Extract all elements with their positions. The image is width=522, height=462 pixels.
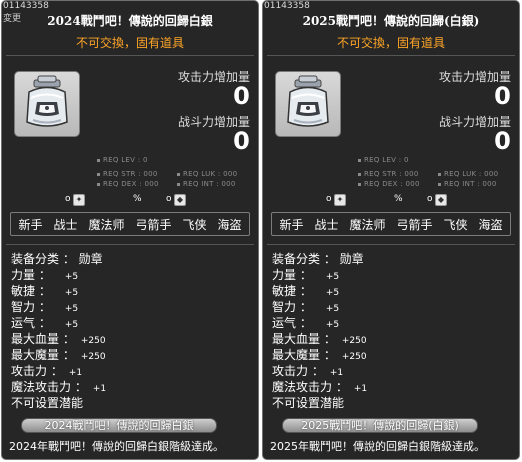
job-magician: 魔法师 [88,217,125,232]
bullet-icon [97,158,100,162]
item-properties: 装备分类 ： 勋章 力量 ： +5 敏捷 ： +5 智力 ： +5 运气 ： +5 最大… [11,251,106,411]
wing-icon: ✦ [73,194,85,206]
bullet-icon [97,172,100,176]
job-thief: 飞侠 [443,217,468,232]
power-increase-value: 0 [233,127,250,155]
divider [267,244,515,245]
req-luk: REQ LUK : 000 [177,170,237,178]
prop-max-mp: 最大魔量 ： +250 [272,348,367,362]
req-int: REQ INT : 000 [177,180,236,188]
prop-max-hp: 最大血量 ： +250 [272,332,367,346]
attack-increase-value: 0 [233,82,250,110]
prop-magic-attack: 魔法攻击力 ： +1 [11,380,107,394]
prop-dex: 敏捷 ： +5 [11,284,79,298]
trade-restriction: 不可交換，固有道具 [336,36,445,50]
item-tooltip-2025: 01143358 2025戰鬥吧！傳說的回歸(白銀) 不可交換，固有道具 攻击力… [262,0,520,460]
req-luk: REQ LUK : 000 [438,170,498,178]
bullet-icon [177,172,180,176]
item-icon-frame [275,71,341,137]
mini-indicator-c: o [166,194,172,204]
trade-restriction: 不可交換，固有道具 [75,36,184,50]
prop-dex: 敏捷 ： +5 [272,284,340,298]
prop-no-potential: 不可设置潜能 [11,396,84,410]
job-beginner: 新手 [279,217,304,232]
req-int: REQ INT : 000 [438,180,497,188]
mini-indicator-a: o [65,194,71,204]
bullet-icon [438,182,441,186]
medal-badge: 2025戰鬥吧！傳說的回歸(白銀) [282,418,478,433]
req-level: REQ LEV : 0 [358,156,409,164]
item-description: 2025年戰鬥吧！傳說的回歸白銀階級達成。 [270,440,485,453]
job-pirate: 海盗 [478,217,503,232]
prop-int: 智力 ： +5 [11,300,79,314]
mini-indicator-b: % [133,194,142,204]
prop-attack: 攻击力 ： +1 [11,364,83,378]
req-dex: REQ DEX : 000 [97,180,159,188]
job-class-list: 新手 战士 魔法师 弓箭手 飞侠 海盗 [271,212,511,236]
prop-str: 力量 ： +5 [11,268,79,282]
prop-luk: 运气 ： +5 [11,316,79,330]
job-bowman: 弓箭手 [396,217,433,232]
shield-icon: ◆ [435,194,447,206]
req-dex: REQ DEX : 000 [358,180,420,188]
req-str: REQ STR : 000 [358,170,419,178]
medal-badge: 2024戰鬥吧！傳說的回歸白銀 [21,418,217,433]
job-pirate: 海盗 [217,217,242,232]
job-beginner: 新手 [18,217,43,232]
prop-max-hp: 最大血量 ： +250 [11,332,106,346]
prop-int: 智力 ： +5 [272,300,340,314]
mini-indicator-c: o [427,194,433,204]
mini-indicator-b: % [394,194,403,204]
item-tooltip-2024: 01143358 変更 2024戰鬥吧！傳說的回歸白銀 不可交換，固有道具 攻击… [1,0,259,460]
divider [267,55,515,56]
medal-bottle-icon [26,75,68,127]
job-thief: 飞侠 [182,217,207,232]
prop-attack: 攻击力 ： +1 [272,364,344,378]
prop-category: 装备分类 ： 勋章 [11,252,103,266]
job-class-list: 新手 战士 魔法师 弓箭手 飞侠 海盗 [10,212,250,236]
item-properties: 装备分类 ： 勋章 力量 ： +5 敏捷 ： +5 智力 ： +5 运气 ： +5 最大… [272,251,367,411]
shield-icon: ◆ [174,194,186,206]
attack-increase-value: 0 [494,82,511,110]
medal-bottle-icon [287,75,329,127]
power-increase-value: 0 [494,127,511,155]
prop-str: 力量 ： +5 [272,268,340,282]
mini-indicator-a: o [326,194,332,204]
req-str: REQ STR : 000 [97,170,158,178]
job-warrior: 战士 [53,217,78,232]
prop-magic-attack: 魔法攻击力 ： +1 [272,380,368,394]
item-description: 2024年戰鬥吧！傳說的回歸白銀階級達成。 [9,440,224,453]
item-id: 01143358 [264,1,310,11]
item-id: 01143358 [3,1,49,11]
prop-category: 装备分类 ： 勋章 [272,252,364,266]
req-level: REQ LEV : 0 [97,156,148,164]
item-title: 2024戰鬥吧！傳說的回歸白銀 [47,14,213,28]
bullet-icon [358,182,361,186]
item-title: 2025戰鬥吧！傳說的回歸(白銀) [302,14,480,28]
item-icon-frame [14,71,80,137]
bullet-icon [177,182,180,186]
bullet-icon [438,172,441,176]
job-warrior: 战士 [314,217,339,232]
wing-icon: ✦ [334,194,346,206]
prop-max-mp: 最大魔量 ： +250 [11,348,106,362]
bullet-icon [358,172,361,176]
prop-luk: 运气 ： +5 [272,316,340,330]
divider [6,244,254,245]
divider [6,55,254,56]
prop-no-potential: 不可设置潜能 [272,396,345,410]
job-magician: 魔法师 [349,217,386,232]
bullet-icon [97,182,100,186]
bullet-icon [358,158,361,162]
job-bowman: 弓箭手 [135,217,172,232]
